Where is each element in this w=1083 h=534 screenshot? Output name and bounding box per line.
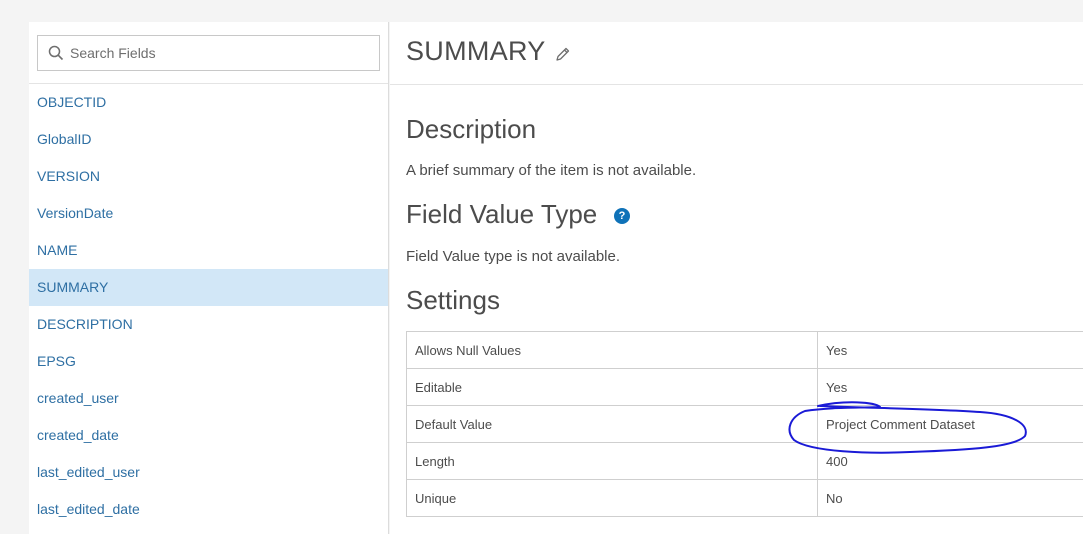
- pencil-icon[interactable]: [555, 46, 571, 62]
- description-text: A brief summary of the item is not avail…: [406, 162, 697, 179]
- settings-label: Length: [406, 442, 818, 480]
- field-list: OBJECTID GlobalID VERSION VersionDate NAME SU…: [29, 84, 388, 528]
- field-value-type-heading: Field Value Type: [406, 199, 598, 229]
- settings-value: Project Comment Dataset: [817, 405, 1083, 443]
- settings-row: Default Value Project Comment Dataset: [406, 405, 1083, 443]
- settings-row: Length 400: [406, 442, 1083, 480]
- page-title: SUMMARY: [406, 36, 546, 66]
- settings-value: Yes: [817, 368, 1083, 406]
- settings-row: Allows Null Values Yes: [406, 331, 1083, 369]
- field-value-type-text: Field Value type is not available.: [406, 248, 621, 265]
- search-input[interactable]: [70, 36, 370, 70]
- field-item-created-user[interactable]: created_user: [29, 380, 388, 417]
- field-item-last-edited-user[interactable]: last_edited_user: [29, 454, 388, 491]
- help-icon[interactable]: ?: [614, 208, 630, 224]
- settings-value: 400: [817, 442, 1083, 480]
- settings-label: Default Value: [406, 405, 818, 443]
- field-item-version[interactable]: VERSION: [29, 158, 388, 195]
- settings-label: Editable: [406, 368, 818, 406]
- search-box[interactable]: [37, 35, 380, 71]
- settings-table: Allows Null Values Yes Editable Yes Default …: [406, 331, 1083, 517]
- settings-row: Editable Yes: [406, 368, 1083, 406]
- field-item-name[interactable]: NAME: [29, 232, 388, 269]
- field-sidebar: OBJECTIDGlobalIDVERSIONVersionDateNAMESU…: [29, 22, 389, 534]
- search-container: [29, 22, 388, 84]
- settings-value: No: [817, 479, 1083, 517]
- settings-heading: Settings: [406, 285, 500, 315]
- search-icon: [48, 45, 64, 61]
- field-item-summary[interactable]: SUMMARY: [29, 269, 388, 306]
- settings-label: Unique: [406, 479, 818, 517]
- settings-row: Unique No: [406, 479, 1083, 517]
- main-header: SUMMARY: [390, 22, 1083, 85]
- field-item-description[interactable]: DESCRIPTION: [29, 306, 388, 343]
- settings-label: Allows Null Values: [406, 331, 818, 369]
- settings-value: Yes: [817, 331, 1083, 369]
- field-item-objectid[interactable]: OBJECTID: [29, 84, 388, 121]
- field-item-epsg[interactable]: EPSG: [29, 343, 388, 380]
- field-item-versiondate[interactable]: VersionDate: [29, 195, 388, 232]
- field-item-created-date[interactable]: created_date: [29, 417, 388, 454]
- description-heading: Description: [406, 114, 537, 144]
- field-item-globalid[interactable]: GlobalID: [29, 121, 388, 158]
- main-panel: SUMMARY Description A brief summary of t…: [390, 22, 1083, 534]
- field-item-last-edited-date[interactable]: last_edited_date: [29, 491, 388, 528]
